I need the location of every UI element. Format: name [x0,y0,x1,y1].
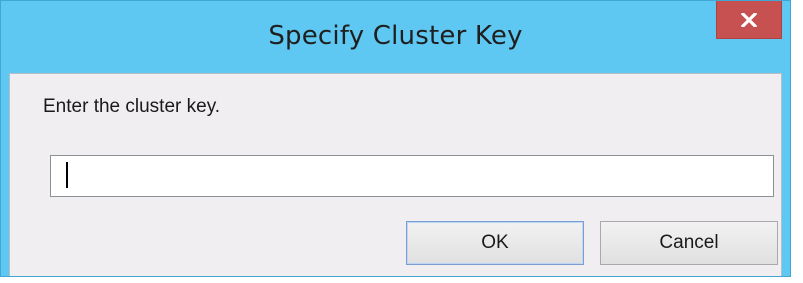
ok-button[interactable]: OK [406,221,584,265]
window-title: Specify Cluster Key [268,21,523,51]
close-button[interactable] [716,1,782,39]
dialog-client-area: Enter the cluster key. OK Cancel [9,73,782,276]
text-caret [66,162,68,188]
cluster-key-input[interactable] [50,155,774,197]
specify-cluster-key-dialog: Specify Cluster Key Enter the cluster ke… [0,0,791,277]
close-icon [741,12,757,27]
title-bar[interactable]: Specify Cluster Key [1,1,790,73]
cancel-button[interactable]: Cancel [600,221,778,265]
prompt-label: Enter the cluster key. [43,96,221,117]
